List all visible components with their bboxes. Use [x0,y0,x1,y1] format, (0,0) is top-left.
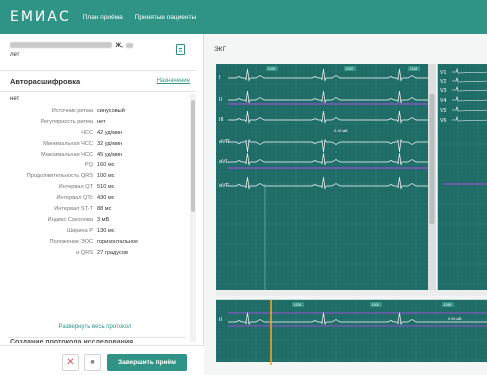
patient-name-redacted [10,42,112,48]
param-row: ЧСС 42 уд/мин [0,130,188,137]
lead-label: V3 [440,88,446,94]
param-value: нет [97,118,106,125]
top-bar: ЕМИАС План приёма Принятые пациенты [0,0,487,34]
lead-label: V2 [440,79,446,85]
auto-decode-header: Авторасшифровка Назначение [0,70,196,92]
param-row: Максимальная ЧСС 45 уд/мин [0,152,188,159]
divider [8,337,186,338]
nav-appointment-plan[interactable]: План приёма [83,14,123,21]
assign-link[interactable]: Назначение [157,78,190,84]
rr-marker-label: 1226 [268,67,276,71]
param-value: 88 мс [97,206,112,213]
param-label: Продолжительность QRS [26,173,93,180]
expand-protocol-link[interactable]: Развернуть весь протокол [0,324,190,330]
param-value: горизонтальное [97,238,139,245]
param-value: 160 мс [97,162,115,169]
param-label: PQ [84,162,93,169]
rr-marker-label: 1000 [346,67,354,71]
param-label: Интервал QTc [56,195,93,202]
patient-sex: Ж, [115,42,123,49]
protocol-scrollbar-thumb[interactable] [191,100,195,212]
parameters-list: Источник ритма синусовый Регулярность ритм… [0,108,188,260]
param-value: 42 уд/мин [97,129,123,136]
lead-label: V4 [440,98,446,104]
param-value: 130 мс [97,227,115,234]
param-row: α QRS 27 градусов [0,250,188,257]
auto-decode-value: нет [10,96,20,102]
ekg-grid-background [216,300,487,362]
param-label: Положение ЭОС [49,238,93,245]
next-section-title: Создание протокола исследования [10,339,134,343]
param-value: 27 градусов [97,249,128,256]
lead-label: V1 [440,70,446,76]
param-label: Ширина P [67,227,93,234]
ekg-title: ЭКГ [214,46,226,53]
param-value: 32 уд/мин [97,140,123,147]
nav-accepted-patients[interactable]: Принятые пациенты [135,14,196,21]
param-label: Интервал QT [58,184,93,191]
rr-marker-label: 1000 [372,303,380,307]
cancel-button[interactable]: ✕ [62,354,79,371]
rr-marker-label: 1248 [444,303,452,307]
finish-appointment-button[interactable]: Завершить приём [107,354,187,371]
lead-label: aVL [219,159,229,165]
param-value: 430 мс [97,195,115,202]
action-bar: ✕ ■ Завершить приём [0,345,204,375]
param-label: ЧСС [81,129,93,136]
param-row: Индекс Соколова 3 мВ [0,217,188,224]
auto-decode-title: Авторасшифровка [10,77,81,86]
lead-label: II [219,97,223,103]
rr-marker-label: 1226 [294,303,302,307]
param-row: Интервал QTc 430 мс [0,195,188,202]
patient-header: Ж, лет [10,42,170,58]
param-row: Источник ритма синусовый [0,108,188,115]
lead-label: V6 [440,118,446,124]
param-row: Положение ЭОС горизонтальное [0,239,188,246]
stop-button[interactable]: ■ [84,354,101,371]
document-icon[interactable] [176,44,185,55]
patient-age-redacted [126,42,134,48]
param-row: Интервал QT 510 мс [0,184,188,191]
param-label: Регулярность ритма [40,118,94,125]
ekg-panel: ЭКГ I II III aVR aVL aVF 1226 1000 1248 0.15 мВ V1… [204,34,487,375]
app-logo[interactable]: ЕМИАС [10,9,71,25]
lead-label: II [219,317,223,323]
param-row: Регулярность ритма нет [0,119,188,126]
lead-label: III [219,117,224,123]
param-row: Ширина P 130 мс [0,228,188,235]
ekg-rhythm-strip[interactable]: II 1226 1000 1248 0.94 мВ [216,294,487,365]
param-row: PQ 160 мс [0,162,188,169]
ekg-12-lead-view[interactable]: IIIIIIaVRaVLaVF1226 1000 12480.15 мВV1V2V3… [216,64,487,290]
param-value: 510 мс [97,184,115,191]
rr-marker-label: 1248 [410,67,418,71]
param-label: Источник ритма [51,108,93,114]
param-value: 100 мс [97,173,115,180]
param-value: 45 уд/мин [97,151,123,158]
param-row: Продолжительность QRS 100 мс [0,173,188,180]
param-value: синусовый [97,108,125,114]
lead-label: V5 [440,108,446,114]
param-row: Интервал ST-T 88 мс [0,206,188,213]
param-label: α QRS [76,249,93,256]
param-label: Интервал ST-T [54,206,93,213]
param-label: Индекс Соколова [47,216,93,223]
param-value: 3 мВ [97,216,110,223]
param-label: Максимальная ЧСС [41,151,93,158]
amplitude-label: 0.94 мВ [448,317,462,321]
patient-age-unit: лет [10,51,20,58]
ekg-vertical-scrollbar-thumb [429,94,435,224]
param-row: Минимальная ЧСС 32 уд/мин [0,141,188,148]
amplitude-label: 0.15 мВ [334,129,348,133]
left-panel: Ж, лет Авторасшифровка Назначение нет Ис… [0,34,204,375]
param-label: Минимальная ЧСС [43,140,93,147]
